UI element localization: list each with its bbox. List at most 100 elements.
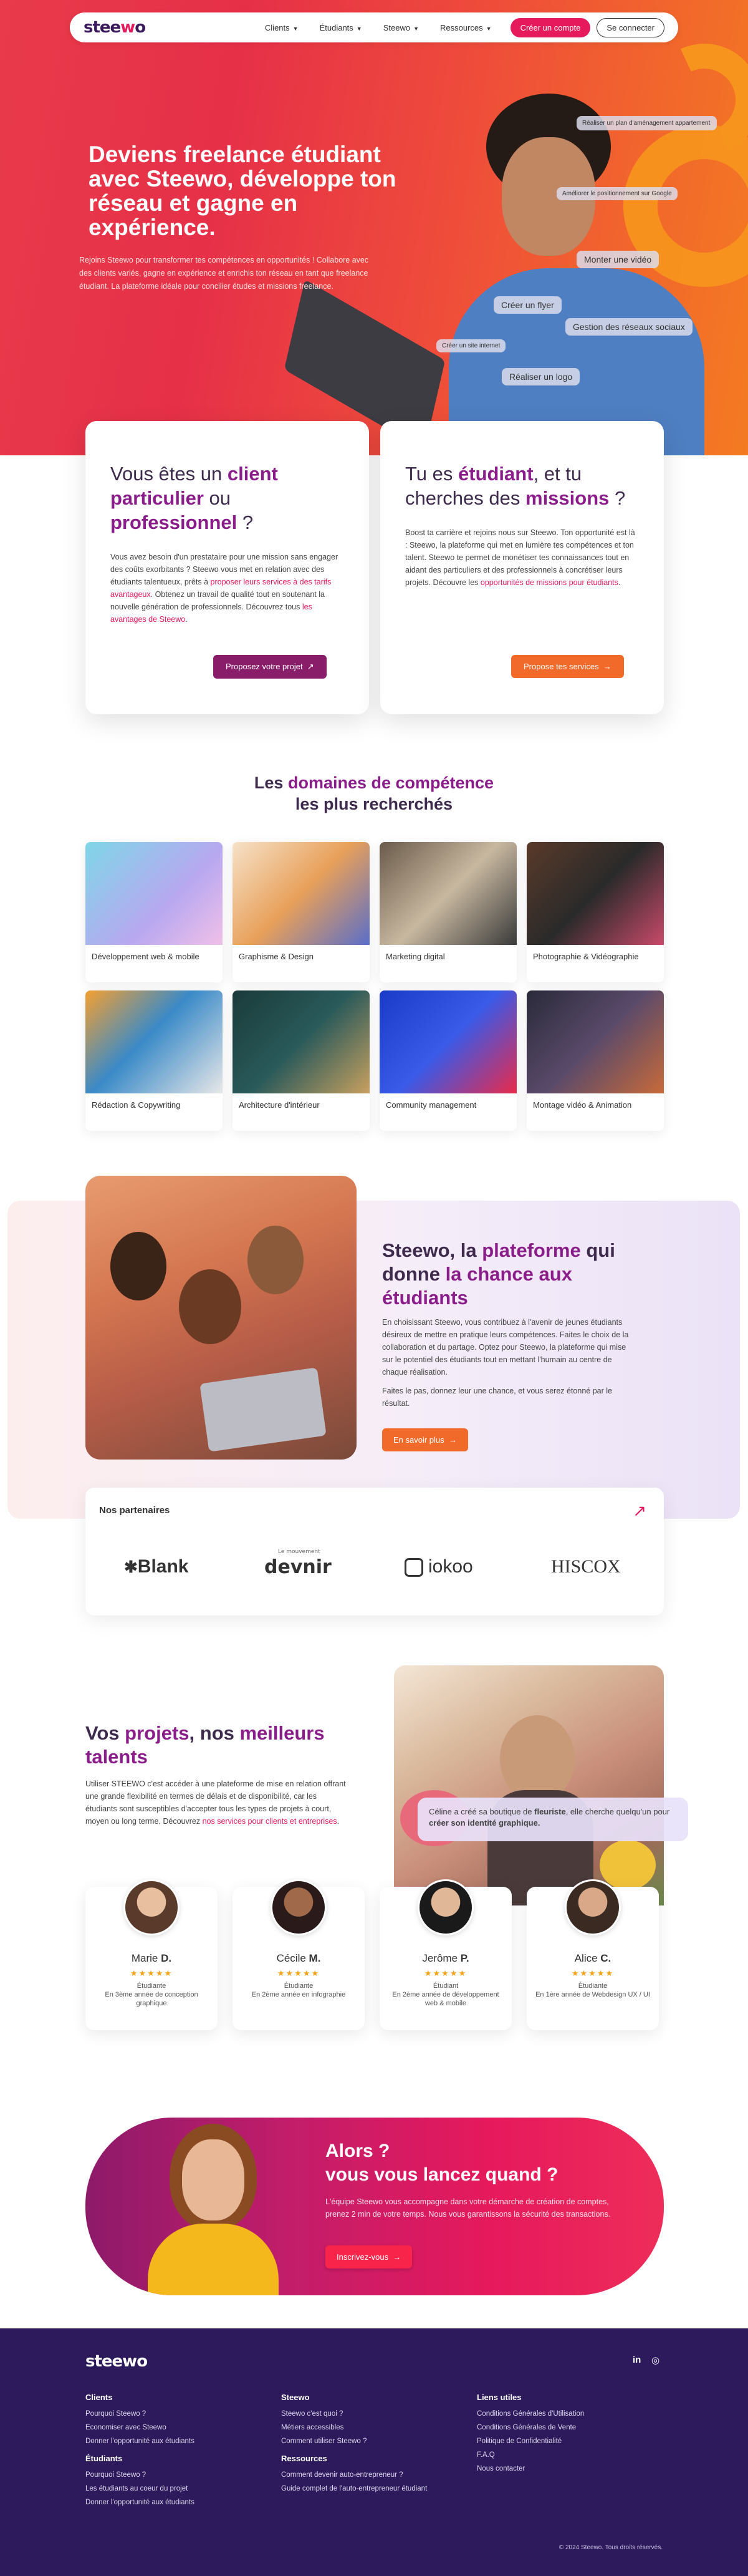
footer-link[interactable]: Donner l'opportunité aux étudiants <box>85 2496 194 2509</box>
domain-tile-redaction[interactable]: Rédaction & Copywriting <box>85 990 223 1131</box>
hero-tag: Gestion des réseaux sociaux <box>565 318 693 336</box>
footer-link[interactable]: Guide complet de l'auto-entrepreneur étu… <box>281 2482 427 2496</box>
partners-panel: Nos partenaires ↗ ✱Blank Le mouvement dev… <box>85 1488 664 1615</box>
footer-link[interactable]: Nous contacter <box>477 2462 584 2476</box>
hero-tag: Améliorer le positionnement sur Google <box>557 187 678 200</box>
signup-button[interactable]: Inscrivez-vous → <box>325 2245 413 2269</box>
propose-services-button[interactable]: Propose tes services → <box>511 655 624 678</box>
footer-col-liens: Liens utiles Conditions Générales d'Util… <box>477 2391 584 2476</box>
client-card-text: Vous avez besoin d'un prestataire pour u… <box>110 553 338 624</box>
hero-intro: Rejoins Steewo pour transformer tes comp… <box>79 256 369 291</box>
arrow-up-right-icon[interactable]: ↗ <box>633 1501 646 1521</box>
hero-tag: Monter une vidéo <box>577 251 659 268</box>
student-card: Tu es étudiant, et tu cherches des missi… <box>380 421 664 714</box>
menu-item-ressources[interactable]: Ressources ▼ <box>440 23 492 32</box>
star-icon: ★★★★★ <box>571 1968 615 1978</box>
menu-item-clients[interactable]: Clients ▼ <box>265 23 299 32</box>
student-card-cecile[interactable]: Cécile M. ★★★★★ Étudiante En 2ème année … <box>233 1879 365 2030</box>
cta-banner: Alors ? vous vous lancez quand ? L'équipe… <box>85 2118 664 2295</box>
footer-link[interactable]: Economiser avec Steewo <box>85 2421 194 2434</box>
footer: steewo in ◎ Clients Pourquoi Steewo ? Ec… <box>0 2328 748 2576</box>
client-card-title: Vous êtes un client particulier ou profe… <box>110 463 278 533</box>
hero-section: Réaliser un plan d'aménagement apparteme… <box>0 0 748 455</box>
login-button[interactable]: Se connecter <box>597 17 664 37</box>
create-account-button[interactable]: Créer un compte <box>510 17 591 37</box>
footer-col-steewo: Steewo Steewo c'est quoi ? Métiers acces… <box>281 2391 367 2448</box>
student-card-alice[interactable]: Alice C. ★★★★★ Étudiante En 1ère année d… <box>527 1879 659 2030</box>
platform-text: En choisissant Steewo, vous contribuez à… <box>382 1318 629 1377</box>
domain-tile-web[interactable]: Développement web & mobile <box>85 842 223 982</box>
top-navbar: steewo Clients ▼ Étudiants ▼ Steewo ▼ Resso… <box>70 12 678 42</box>
star-icon: ★★★★★ <box>130 1968 173 1978</box>
footer-link[interactable]: Métiers accessibles <box>281 2421 367 2434</box>
avatar <box>418 1879 474 1935</box>
partner-logo-devnir: Le mouvement devnir <box>264 1549 332 1578</box>
chevron-down-icon: ▼ <box>356 25 362 32</box>
domain-tile-photo[interactable]: Photographie & Vidéographie <box>527 842 664 982</box>
hero-tag: Créer un site internet <box>436 339 506 352</box>
propose-project-button[interactable]: Proposez votre projet ↗ <box>213 655 327 679</box>
footer-col-etudiants: Étudiants Pourquoi Steewo ? Les étudiant… <box>85 2452 194 2509</box>
florist-tooltip: Céline a créé sa boutique de fleuriste, … <box>418 1798 688 1841</box>
domain-tile-marketing[interactable]: Marketing digital <box>380 842 517 982</box>
star-icon: ★★★★★ <box>424 1968 467 1978</box>
copyright: © 2024 Steewo. Tous droits réservés. <box>559 2544 663 2551</box>
domain-tile-graphisme[interactable]: Graphisme & Design <box>233 842 370 982</box>
footer-link[interactable]: Conditions Générales de Vente <box>477 2421 584 2434</box>
main-menu: Clients ▼ Étudiants ▼ Steewo ▼ Ressources ▼ <box>265 23 492 32</box>
chevron-down-icon: ▼ <box>413 25 419 32</box>
menu-item-steewo[interactable]: Steewo ▼ <box>383 23 419 32</box>
chevron-down-icon: ▼ <box>486 25 492 32</box>
florist-image <box>394 1665 664 1905</box>
footer-link[interactable]: Pourquoi Steewo ? <box>85 2407 194 2421</box>
footer-link[interactable]: Pourquoi Steewo ? <box>85 2468 194 2482</box>
footer-link[interactable]: Conditions Générales d'Utilisation <box>477 2407 584 2421</box>
platform-title: Steewo, la plateforme qui donne la chanc… <box>382 1239 615 1309</box>
learn-more-button[interactable]: En savoir plus → <box>382 1428 468 1451</box>
hero-tag: Créer un flyer <box>494 296 562 314</box>
domain-tile-architecture[interactable]: Architecture d'intérieur <box>233 990 370 1131</box>
cta-text: L'équipe Steewo vous accompagne dans vot… <box>325 2197 611 2219</box>
projects-title: Vos projets, nos meilleurs talents <box>85 1722 325 1768</box>
cta-title: Alors ? vous vous lancez quand ? <box>325 2141 559 2185</box>
hero-tag: Réaliser un plan d'aménagement apparteme… <box>577 116 717 130</box>
platform-text-2: Faites le pas, donnez leur une chance, e… <box>382 1387 612 1408</box>
partner-logo-hiscox: HISCOX <box>551 1556 621 1577</box>
services-link[interactable]: nos services pour clients et entreprises <box>203 1817 337 1826</box>
domain-tile-community[interactable]: Community management <box>380 990 517 1131</box>
footer-link[interactable]: Steewo c'est quoi ? <box>281 2407 367 2421</box>
student-card-marie[interactable]: Marie D. ★★★★★ Étudiante En 3ème année d… <box>85 1879 218 2030</box>
arrow-right-icon: → <box>603 662 611 671</box>
cta-woman-image <box>141 2118 285 2295</box>
avatar <box>123 1879 180 1935</box>
star-icon: ★★★★★ <box>277 1968 320 1978</box>
footer-link[interactable]: Donner l'opportunité aux étudiants <box>85 2434 194 2448</box>
hero-person-image <box>449 94 711 455</box>
footer-link[interactable]: Politique de Confidentialité <box>477 2434 584 2448</box>
arrow-right-icon: → <box>393 2252 401 2262</box>
footer-link[interactable]: F.A.Q <box>477 2448 584 2462</box>
partner-logo-blank: ✱Blank <box>124 1556 189 1577</box>
footer-link[interactable]: Les étudiants au coeur du projet <box>85 2482 194 2496</box>
footer-link[interactable]: Comment utiliser Steewo ? <box>281 2434 367 2448</box>
chevron-down-icon: ▼ <box>292 25 299 32</box>
arrow-up-right-icon: ↗ <box>307 662 314 671</box>
domain-tile-montage[interactable]: Montage vidéo & Animation <box>527 990 664 1131</box>
menu-item-etudiants[interactable]: Étudiants ▼ <box>320 23 362 32</box>
footer-logo[interactable]: steewo <box>85 2352 148 2371</box>
footer-col-ressources: Ressources Comment devenir auto-entrepre… <box>281 2452 427 2496</box>
arrow-right-icon: → <box>448 1435 457 1445</box>
steewo-logo[interactable]: steewo <box>84 18 146 37</box>
instagram-icon[interactable]: ◎ <box>651 2355 659 2366</box>
avatar <box>271 1879 327 1935</box>
partner-logo-iokoo: iokoo <box>405 1556 473 1577</box>
linkedin-icon[interactable]: in <box>633 2355 641 2365</box>
footer-link[interactable]: Comment devenir auto-entrepreneur ? <box>281 2468 427 2482</box>
hero-tag: Réaliser un logo <box>502 368 580 385</box>
client-card: Vous êtes un client particulier ou profe… <box>85 421 369 714</box>
missions-link[interactable]: opportunités de missions pour étudiants <box>481 578 618 587</box>
student-card-text: Boost ta carrière et rejoins nous sur St… <box>405 528 635 587</box>
domains-title: Les domaines de compétence les plus reche… <box>254 773 494 813</box>
student-card-jerome[interactable]: Jerôme P. ★★★★★ Étudiant En 2ème année d… <box>380 1879 512 2030</box>
students-group-image <box>85 1176 357 1460</box>
